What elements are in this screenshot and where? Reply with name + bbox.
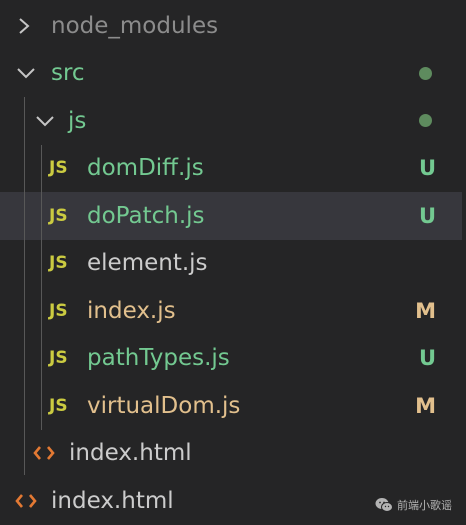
file-src-index-html[interactable]: index.html bbox=[0, 430, 462, 478]
chevron-right-icon[interactable] bbox=[14, 16, 34, 36]
file-label: element.js bbox=[87, 250, 208, 277]
html-code-icon bbox=[14, 491, 38, 511]
chevron-down-icon[interactable] bbox=[35, 111, 55, 131]
file-explorer-tree: node_modules src js JS domDiff.js U JS d… bbox=[0, 2, 462, 525]
file-label: doPatch.js bbox=[87, 202, 205, 229]
watermark-text: 前端小歌谣 bbox=[397, 499, 452, 512]
file-label: index.js bbox=[87, 297, 176, 324]
file-element-js[interactable]: JS element.js bbox=[0, 240, 462, 288]
file-label: virtualDom.js bbox=[87, 392, 241, 419]
folder-node-modules[interactable]: node_modules bbox=[0, 2, 462, 50]
untracked-indicator-dot bbox=[419, 114, 432, 128]
wechat-icon bbox=[375, 497, 393, 513]
git-status-badge: U bbox=[418, 203, 436, 228]
watermark: 前端小歌谣 bbox=[375, 497, 452, 513]
file-domdiff-js[interactable]: JS domDiff.js U bbox=[0, 145, 462, 193]
file-index-js[interactable]: JS index.js M bbox=[0, 287, 462, 335]
folder-label: src bbox=[51, 60, 85, 87]
javascript-file-icon: JS bbox=[49, 348, 68, 369]
indent-guide bbox=[41, 145, 42, 430]
git-status-badge: U bbox=[418, 156, 436, 181]
javascript-file-icon: JS bbox=[49, 253, 68, 274]
untracked-indicator-dot bbox=[419, 66, 432, 80]
file-dopatch-js[interactable]: JS doPatch.js U bbox=[0, 192, 462, 240]
javascript-file-icon: JS bbox=[49, 158, 68, 179]
folder-js[interactable]: js bbox=[0, 97, 462, 145]
file-virtualdom-js[interactable]: JS virtualDom.js M bbox=[0, 382, 462, 430]
folder-src[interactable]: src bbox=[0, 50, 462, 98]
git-status-badge: M bbox=[415, 393, 436, 418]
folder-label: node_modules bbox=[51, 12, 219, 39]
file-label: index.html bbox=[51, 487, 174, 514]
git-status-badge: U bbox=[418, 346, 436, 371]
folder-label: js bbox=[68, 107, 87, 134]
indent-guide bbox=[24, 97, 25, 475]
file-label: domDiff.js bbox=[87, 155, 204, 182]
file-label: pathTypes.js bbox=[87, 345, 230, 372]
chevron-down-icon[interactable] bbox=[16, 63, 36, 83]
javascript-file-icon: JS bbox=[49, 300, 68, 321]
file-label: index.html bbox=[69, 440, 192, 467]
file-pathtypes-js[interactable]: JS pathTypes.js U bbox=[0, 335, 462, 383]
git-status-badge: M bbox=[415, 298, 436, 323]
javascript-file-icon: JS bbox=[49, 205, 68, 226]
javascript-file-icon: JS bbox=[49, 395, 68, 416]
html-code-icon bbox=[32, 443, 56, 463]
